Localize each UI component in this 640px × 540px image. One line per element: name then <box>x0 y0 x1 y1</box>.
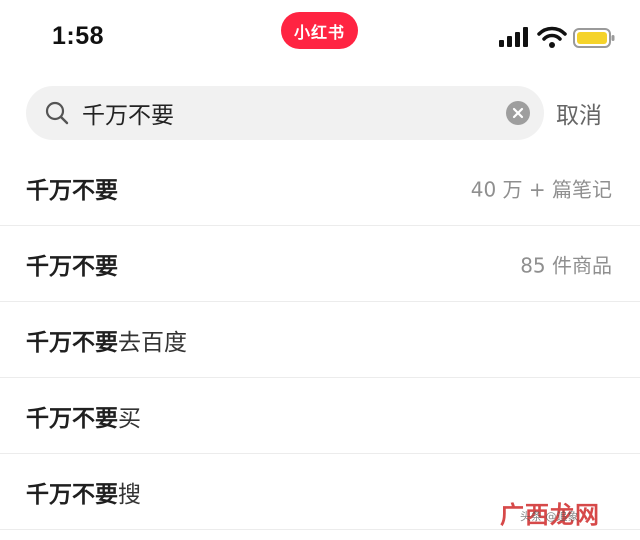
search-screen: 1:58 小红书 千万不要 取消 千万不要 40 万 + 篇笔记 千万不要 85… <box>0 0 640 540</box>
suggestion-term: 千万不要 <box>26 481 118 508</box>
battery-icon <box>573 28 615 52</box>
suggestion-suffix: 买 <box>118 405 141 432</box>
watermark: 广西龙网 头条 @追象 <box>500 494 624 530</box>
status-bar: 1:58 小红书 <box>0 0 640 78</box>
search-box[interactable] <box>26 86 544 140</box>
watermark-subtext: 头条 @追象 <box>520 510 579 523</box>
search-input[interactable] <box>82 95 492 131</box>
suggestion-term: 千万不要 <box>26 329 118 356</box>
clear-search-icon[interactable] <box>506 101 530 129</box>
suggestion-meta: 85 件商品 <box>520 253 612 277</box>
suggestion-item[interactable]: 千万不要买 <box>0 378 640 454</box>
suggestion-item[interactable]: 千万不要 去百度 <box>0 302 640 378</box>
suggestion-meta: 40 万 + 篇笔记 <box>470 177 612 201</box>
suggestion-term: 千万不要 <box>26 177 118 204</box>
suggestion-list: 千万不要 40 万 + 篇笔记 千万不要 85 件商品 千万不要 去百度 千万不要… <box>0 150 640 530</box>
suggestion-item[interactable]: 千万不要 40 万 + 篇笔记 <box>0 150 640 226</box>
search-icon <box>44 100 70 130</box>
app-logo: 小红书 <box>281 12 358 49</box>
suggestion-term: 千万不要 <box>26 405 118 432</box>
suggestion-suffix: 去百度 <box>118 329 187 356</box>
signal-icon <box>499 27 531 51</box>
suggestion-term: 千万不要 <box>26 253 118 280</box>
status-time: 1:58 <box>52 22 105 50</box>
suggestion-item[interactable]: 千万不要 85 件商品 <box>0 226 640 302</box>
cancel-button[interactable]: 取消 <box>556 96 602 130</box>
search-bar-row: 取消 <box>0 86 640 142</box>
suggestion-suffix: 搜 <box>118 481 141 508</box>
wifi-icon <box>537 26 567 52</box>
